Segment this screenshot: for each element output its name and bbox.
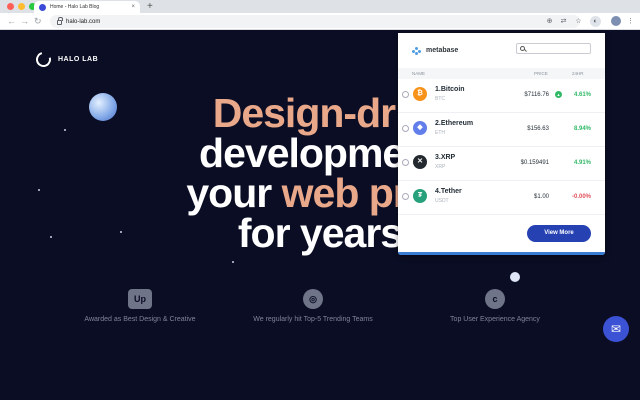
window-controls (7, 3, 36, 10)
column-24hr: 24HR (572, 71, 584, 76)
coin-row[interactable]: ◆ 2.Ethereum ETH $156.63 8.94% (398, 113, 605, 147)
coin-change: 4.91% (573, 160, 591, 166)
view-more-button[interactable]: View More (527, 225, 591, 242)
coin-symbol: XRP (435, 164, 446, 170)
column-name: NAME (412, 71, 426, 76)
clutch-badge-icon: c (485, 289, 505, 309)
coin-search-input[interactable] (516, 43, 591, 54)
coin-price: $156.63 (527, 126, 549, 132)
browser-tab-bar: Home - Halo Lab Blog × + (0, 0, 640, 13)
halo-logo-icon (33, 49, 54, 70)
coin-row[interactable]: ✕ 3.XRP XRP $0.159491 4.91% (398, 147, 605, 181)
coin-price: $1.00 (533, 194, 549, 200)
bookmark-star-icon[interactable]: ☆ (573, 16, 584, 27)
decorative-orb-small (510, 272, 520, 282)
tab-close-icon[interactable]: × (131, 4, 135, 10)
coin-name: 3.XRP (435, 154, 456, 161)
coin-symbol: ETH (435, 130, 445, 136)
coin-change: -0.00% (571, 194, 591, 200)
upwork-badge-icon: Up (128, 289, 152, 309)
select-radio[interactable] (402, 159, 409, 166)
popup-accent-bar (398, 252, 605, 255)
metabase-popup: metabase NAME PRICE 24HR ₿ 1.Bitcoin BTC $7… (398, 33, 605, 255)
coin-row[interactable]: ₿ 1.Bitcoin BTC $7116.76 ▲ 4.61% (398, 79, 605, 113)
url-text: halo-lab.com (66, 18, 101, 25)
metabase-logo-icon (412, 46, 422, 55)
back-button[interactable]: ← (7, 14, 16, 29)
award-item: ◎ We regularly hit Top-5 Trending Teams (243, 289, 383, 325)
coin-logo-icon: ◆ (413, 121, 427, 135)
browser-tab[interactable]: Home - Halo Lab Blog × (34, 1, 140, 13)
logo-text: HALO LAB (58, 56, 99, 63)
coin-name: 2.Ethereum (435, 120, 474, 127)
coin-symbol: USDT (435, 198, 449, 204)
close-window-button[interactable] (7, 3, 14, 10)
menu-icon[interactable]: ⋮ (625, 16, 636, 27)
site-logo[interactable]: HALO LAB (33, 49, 99, 70)
select-radio[interactable] (402, 125, 409, 132)
trend-up-icon: ▲ (555, 91, 562, 98)
table-header: NAME PRICE 24HR (398, 68, 605, 79)
coin-logo-icon: ₿ (413, 87, 427, 101)
site-info-icon[interactable]: ⊕ (544, 16, 555, 27)
search-icon (520, 46, 525, 51)
column-price: PRICE (534, 71, 548, 76)
forward-button[interactable]: → (20, 14, 29, 29)
award-text: We regularly hit Top-5 Trending Teams (253, 316, 373, 323)
tab-title: Home - Halo Lab Blog (50, 4, 100, 10)
award-item: c Top User Experience Agency (425, 289, 565, 325)
award-item: Up Awarded as Best Design & Creative (70, 289, 210, 325)
award-text: Top User Experience Agency (450, 316, 540, 323)
lock-icon (57, 17, 63, 25)
popup-header: metabase (398, 33, 605, 68)
minimize-window-button[interactable] (18, 3, 25, 10)
award-text: Awarded as Best Design & Creative (84, 316, 196, 323)
select-radio[interactable] (402, 91, 409, 98)
coin-name: 1.Bitcoin (435, 86, 465, 93)
coin-price: $7116.76 (524, 92, 549, 98)
coin-price: $0.159491 (520, 160, 549, 166)
favicon-icon (39, 3, 46, 11)
reload-button[interactable]: ↻ (34, 14, 42, 29)
coin-name: 4.Tether (435, 188, 462, 195)
select-radio[interactable] (402, 193, 409, 200)
headline-text: for years (237, 210, 403, 256)
translate-icon[interactable]: ⇄ (558, 16, 569, 27)
star-dot (232, 261, 234, 263)
coin-logo-icon: ₮ (413, 189, 427, 203)
messenger-chat-icon[interactable]: ✉ (603, 316, 629, 342)
coin-logo-icon: ✕ (413, 155, 427, 169)
dribbble-badge-icon: ◎ (303, 289, 323, 309)
popup-brand: metabase (426, 47, 459, 54)
coin-list: ₿ 1.Bitcoin BTC $7116.76 ▲ 4.61% ◆ 2.Ethereum ET… (398, 79, 605, 215)
browser-toolbar: ← → ↻ halo-lab.com ⊕ ⇄ ☆ ◐ ⋮ (0, 13, 640, 30)
new-tab-button[interactable]: + (147, 0, 153, 13)
coin-change: 8.94% (573, 126, 591, 132)
extension-icon[interactable]: ◐ (590, 16, 601, 27)
coin-row[interactable]: ₮ 4.Tether USDT $1.00 -0.00% (398, 181, 605, 215)
coin-symbol: BTC (435, 96, 445, 102)
profile-avatar[interactable] (611, 16, 621, 26)
coin-change: 4.61% (573, 92, 591, 98)
address-bar[interactable]: halo-lab.com (50, 15, 580, 28)
